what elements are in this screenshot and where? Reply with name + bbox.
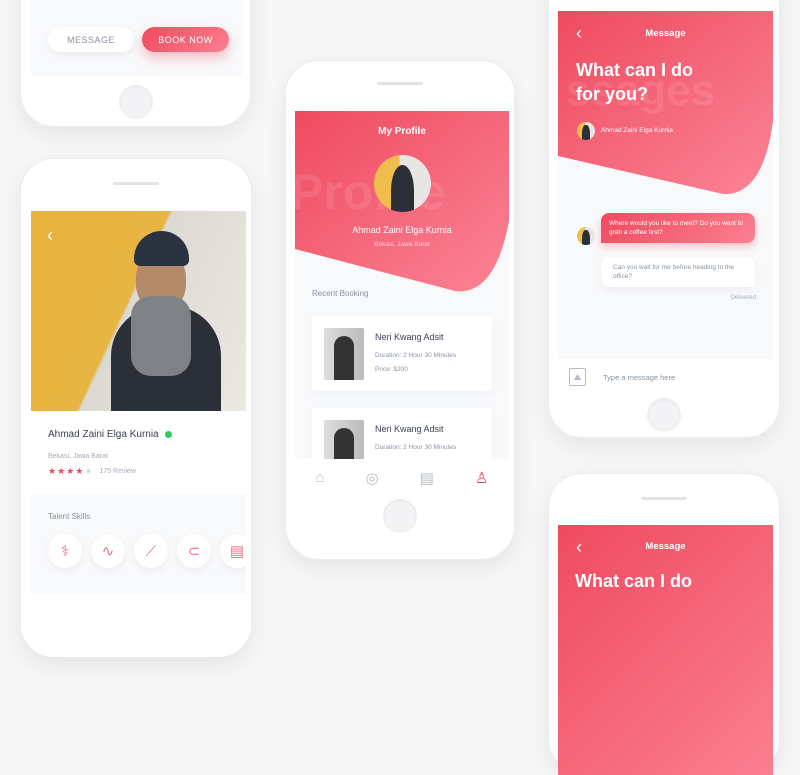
delivered-status: Delivered [730,295,756,301]
booking-name: Neri Kwang Adsit [375,332,444,342]
home-icon[interactable]: ⌂ [316,469,325,486]
home-button [118,85,153,119]
rating: ★★★★★ 175 Review [48,466,136,477]
talent-name: Ahmad Zaini Elga Kurnia [48,429,159,440]
book-now-button[interactable]: BOOK NOW [142,27,229,52]
skills-title: Talent Skills [48,512,91,521]
home-button [647,398,681,432]
speaker [377,82,423,85]
heading: What can I do for you? [576,60,693,104]
review-count: 175 Review [99,468,136,475]
booking-price: Price: $200 [375,366,408,373]
composer: ⛰ Type a message here [558,359,773,396]
user-avatar [577,122,595,140]
speaker [113,182,159,185]
phone-message-2: ‹ Message What can I do [548,473,780,775]
avatar [374,155,431,212]
booking-duration: Duration: 2 Hour 30 Minutes [375,444,457,451]
phone-talent-detail: ‹ Ahmad Zaini Elga Kurnia Bekasi, Jawa B… [20,158,252,658]
sewing-machine-icon[interactable]: ⊂ [177,534,211,568]
home-button [383,499,417,533]
star-icon: ★ [84,466,94,476]
back-icon[interactable]: ‹ [47,225,53,246]
profile-location: Bekasi, Jawa Barat [374,241,430,248]
device-icon[interactable]: ▤ [220,534,246,568]
star-icon: ★ [48,466,58,476]
image-icon[interactable]: ⛰ [569,368,586,386]
booking-card[interactable]: Neri Kwang Adsit Duration: 2 Hour 30 Min… [312,316,492,391]
verified-icon [164,431,172,438]
bottom-nav: ⌂ ◎ ▤ ♙ [295,459,509,496]
screen-title: Message [645,28,686,39]
doctor-icon[interactable]: ⚕ [48,534,82,568]
screen-title: Message [645,541,686,552]
phone-message: ssages ‹ Message What can I do for you? … [548,0,780,438]
section-title: Recent Booking [312,289,369,298]
booking-thumbnail [324,328,364,380]
compass-icon[interactable]: ◎ [366,469,379,487]
profile-photo: ‹ [31,211,246,411]
phone-my-profile: Profile My Profile Ahmad Zaini Elga Kurn… [285,60,515,560]
booking-name: Neri Kwang Adsit [375,424,444,434]
stethoscope-icon[interactable]: ∿ [91,534,125,568]
skills-section: Talent Skills ⚕ ∿ ⟋ ⊂ ▤ [31,494,246,594]
user-name: Ahmad Zaini Elga Kurnia [601,127,673,134]
sender-avatar [577,227,595,245]
message-input[interactable]: Type a message here [603,373,675,382]
message-bubble-received: Where would you like to meet? Do you wan… [601,213,755,243]
message-button[interactable]: MESSAGE [48,27,134,52]
booking-duration: Duration: 2 Hour 30 Minutes [375,352,457,359]
syringe-icon[interactable]: ⟋ [134,534,168,568]
message-bubble-sent: Can you wait for me before heading to th… [601,257,755,287]
star-icon: ★ [57,466,67,476]
speaker [641,497,687,500]
star-icon: ★ [66,466,76,476]
document-icon[interactable]: ▤ [420,469,434,487]
screen-title: My Profile [378,126,426,137]
user-icon[interactable]: ♙ [475,469,488,487]
heading: What can I do [575,571,692,591]
talent-location: Bekasi, Jawa Barat [48,453,108,460]
star-icon: ★ [75,466,85,476]
phone-booking: MESSAGE BOOK NOW [20,0,251,127]
profile-name: Ahmad Zaini Elga Kurnia [352,225,452,235]
